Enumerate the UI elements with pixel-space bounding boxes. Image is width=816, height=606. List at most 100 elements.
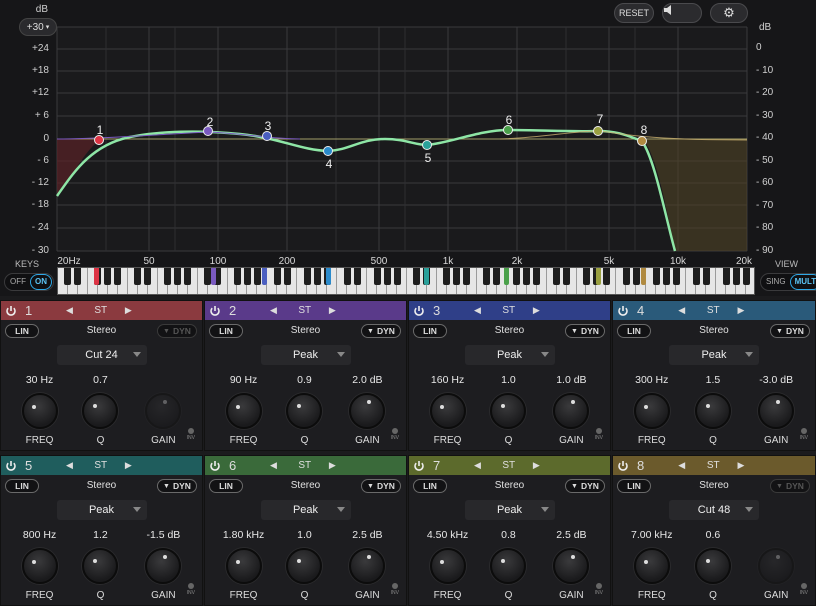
keys-on[interactable]: ON — [30, 274, 52, 290]
filter-type-select[interactable]: Peak — [260, 345, 351, 365]
prev-arrow-icon[interactable]: ◀ — [270, 460, 277, 471]
piano-black-key[interactable] — [692, 268, 700, 285]
piano-black-key[interactable] — [373, 268, 381, 285]
q-knob[interactable] — [82, 548, 119, 584]
prev-arrow-icon[interactable]: ◀ — [270, 305, 277, 316]
piano-black-key[interactable] — [253, 268, 261, 285]
q-knob[interactable] — [82, 393, 119, 429]
power-icon[interactable] — [617, 305, 629, 317]
piano-black-key[interactable] — [523, 268, 531, 285]
invert-toggle[interactable]: INV — [187, 583, 195, 596]
power-icon[interactable] — [413, 460, 425, 472]
piano-black-key[interactable] — [353, 268, 361, 285]
power-icon[interactable] — [209, 460, 221, 472]
piano-black-key[interactable] — [393, 268, 401, 285]
freq-knob[interactable] — [429, 548, 466, 584]
piano-black-key[interactable] — [722, 268, 730, 285]
invert-toggle[interactable]: INV — [800, 428, 808, 441]
piano-black-key[interactable] — [702, 268, 710, 285]
channel-mode[interactable]: ST — [94, 305, 107, 316]
eq-point-4[interactable]: 4 — [326, 157, 333, 171]
reset-button[interactable]: RESET — [614, 3, 654, 23]
dyn-button[interactable]: ▼ DYN — [361, 324, 401, 338]
gain-knob[interactable] — [758, 393, 795, 429]
freq-knob[interactable] — [633, 548, 670, 584]
invert-toggle[interactable]: INV — [391, 428, 399, 441]
power-icon[interactable] — [5, 460, 17, 472]
piano-black-key[interactable] — [453, 268, 461, 285]
dyn-button[interactable]: ▼ DYN — [770, 479, 810, 493]
piano-black-key[interactable] — [383, 268, 391, 285]
piano-black-key[interactable] — [463, 268, 471, 285]
eq-point-2[interactable]: 2 — [207, 115, 214, 129]
gain-knob[interactable] — [758, 548, 795, 584]
piano-black-key[interactable] — [134, 268, 142, 285]
next-arrow-icon[interactable]: ▶ — [125, 305, 132, 316]
eq-graph[interactable]: 1 2 3 4 5 6 7 8 dB +30 ▾ +24 +18 +12 + 6 … — [0, 0, 816, 296]
gain-knob[interactable] — [145, 548, 182, 584]
next-arrow-icon[interactable]: ▶ — [329, 460, 336, 471]
power-icon[interactable] — [413, 305, 425, 317]
piano-black-key[interactable] — [413, 268, 421, 285]
invert-toggle[interactable]: INV — [595, 583, 603, 596]
dyn-button[interactable]: ▼ DYN — [157, 324, 197, 338]
q-knob[interactable] — [490, 548, 527, 584]
piano-black-key[interactable] — [652, 268, 660, 285]
power-icon[interactable] — [617, 460, 629, 472]
keys-off[interactable]: OFF — [6, 275, 30, 289]
piano-black-key[interactable] — [164, 268, 172, 285]
freq-knob[interactable] — [21, 548, 58, 584]
piano-black-key[interactable] — [582, 268, 590, 285]
piano-black-key[interactable] — [74, 268, 82, 285]
freq-knob[interactable] — [633, 393, 670, 429]
invert-toggle[interactable]: INV — [391, 583, 399, 596]
channel-mode[interactable]: ST — [502, 305, 515, 316]
piano-black-key[interactable] — [513, 268, 521, 285]
piano-black-key[interactable] — [632, 268, 640, 285]
next-arrow-icon[interactable]: ▶ — [737, 460, 744, 471]
piano-black-key[interactable] — [533, 268, 541, 285]
filter-type-select[interactable]: Peak — [56, 500, 147, 520]
piano-black-key[interactable] — [563, 268, 571, 285]
prev-arrow-icon[interactable]: ◀ — [678, 460, 685, 471]
speaker-button[interactable] — [662, 3, 702, 23]
prev-arrow-icon[interactable]: ◀ — [474, 305, 481, 316]
piano-black-key[interactable] — [184, 268, 192, 285]
next-arrow-icon[interactable]: ▶ — [125, 460, 132, 471]
invert-toggle[interactable]: INV — [187, 428, 195, 441]
dyn-button[interactable]: ▼ DYN — [361, 479, 401, 493]
next-arrow-icon[interactable]: ▶ — [533, 305, 540, 316]
channel-mode[interactable]: ST — [94, 460, 107, 471]
filter-type-select[interactable]: Peak — [464, 345, 555, 365]
gain-knob[interactable] — [349, 393, 386, 429]
piano-black-key[interactable] — [732, 268, 740, 285]
piano-black-key[interactable] — [144, 268, 152, 285]
piano-black-key[interactable] — [672, 268, 680, 285]
gain-knob[interactable] — [553, 393, 590, 429]
gain-knob[interactable] — [553, 548, 590, 584]
channel-mode[interactable]: ST — [298, 305, 311, 316]
piano-black-key[interactable] — [602, 268, 610, 285]
piano-black-key[interactable] — [553, 268, 561, 285]
power-icon[interactable] — [209, 305, 221, 317]
filter-type-select[interactable]: Peak — [260, 500, 351, 520]
eq-point-6[interactable]: 6 — [506, 113, 513, 127]
dyn-button[interactable]: ▼ DYN — [770, 324, 810, 338]
filter-type-select[interactable]: Peak — [464, 500, 555, 520]
prev-arrow-icon[interactable]: ◀ — [66, 460, 73, 471]
piano-black-key[interactable] — [243, 268, 251, 285]
channel-mode[interactable]: ST — [707, 460, 720, 471]
dyn-button[interactable]: ▼ DYN — [565, 479, 605, 493]
invert-toggle[interactable]: INV — [595, 428, 603, 441]
channel-mode[interactable]: ST — [502, 460, 515, 471]
piano-keyboard[interactable] — [57, 267, 755, 295]
freq-knob[interactable] — [225, 393, 262, 429]
piano-black-key[interactable] — [114, 268, 122, 285]
view-sing[interactable]: SING — [762, 275, 790, 289]
view-toggle[interactable]: SING MULT — [760, 273, 816, 291]
q-knob[interactable] — [694, 548, 731, 584]
filter-type-select[interactable]: Cut 48 — [669, 500, 759, 520]
piano-black-key[interactable] — [443, 268, 451, 285]
q-knob[interactable] — [694, 393, 731, 429]
q-knob[interactable] — [286, 548, 323, 584]
